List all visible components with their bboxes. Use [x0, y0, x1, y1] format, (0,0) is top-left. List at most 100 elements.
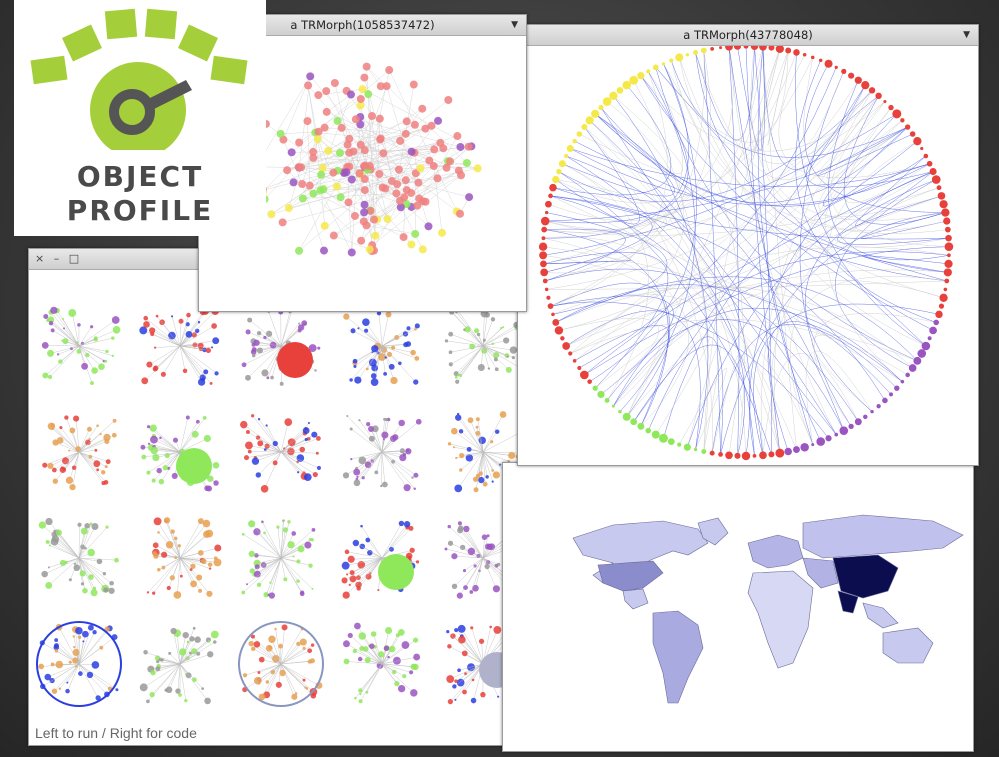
radial-node[interactable]: [752, 453, 757, 458]
graph-node[interactable]: [465, 193, 474, 202]
graph-node[interactable]: [457, 171, 466, 180]
graph-node[interactable]: [453, 132, 462, 141]
radial-node[interactable]: [577, 366, 582, 370]
graph-node[interactable]: [289, 178, 298, 187]
radial-node[interactable]: [741, 451, 751, 461]
graph-node[interactable]: [319, 246, 328, 255]
graph-node[interactable]: [375, 169, 384, 178]
graph-node[interactable]: [418, 104, 427, 113]
radial-node[interactable]: [834, 65, 838, 69]
graph-node[interactable]: [344, 198, 353, 207]
graph-node[interactable]: [464, 142, 473, 151]
radial-node[interactable]: [900, 118, 905, 123]
graph-node[interactable]: [347, 90, 356, 99]
thumbnail-gray-circle-bundle[interactable]: [235, 618, 327, 710]
radial-node[interactable]: [848, 423, 854, 430]
graph-node[interactable]: [318, 163, 327, 172]
thumbnail-circle-dots[interactable]: [33, 406, 125, 498]
radial-node[interactable]: [560, 336, 565, 341]
graph-node[interactable]: [418, 245, 427, 254]
graph-node[interactable]: [360, 200, 369, 209]
graph-node[interactable]: [294, 163, 303, 172]
graph-node[interactable]: [287, 148, 296, 157]
graph-node[interactable]: [444, 96, 453, 105]
graph-node[interactable]: [427, 121, 436, 130]
radial-node[interactable]: [909, 131, 916, 137]
radial-node[interactable]: [544, 210, 549, 215]
radial-node[interactable]: [793, 49, 800, 56]
radial-node[interactable]: [580, 370, 589, 380]
graph-node[interactable]: [393, 180, 402, 189]
radial-node[interactable]: [944, 259, 953, 268]
graph-node[interactable]: [267, 210, 276, 219]
radial-node[interactable]: [759, 451, 767, 460]
graph-node[interactable]: [376, 134, 385, 143]
radial-node[interactable]: [834, 432, 839, 437]
graph-node[interactable]: [396, 196, 405, 205]
radial-node[interactable]: [719, 46, 723, 50]
radial-node[interactable]: [810, 55, 815, 60]
graph-node[interactable]: [298, 194, 307, 203]
radial-node[interactable]: [861, 81, 870, 90]
graph-node[interactable]: [433, 174, 442, 183]
radial-node[interactable]: [540, 260, 547, 268]
radial-node[interactable]: [667, 438, 675, 445]
graph-node[interactable]: [309, 153, 318, 162]
graph-node[interactable]: [335, 149, 344, 158]
radial-node[interactable]: [943, 268, 952, 277]
graph-node[interactable]: [383, 215, 392, 224]
graph-node[interactable]: [336, 193, 345, 202]
graph-node[interactable]: [284, 204, 293, 213]
radial-node[interactable]: [630, 418, 638, 426]
graph-node[interactable]: [295, 138, 304, 147]
radial-node[interactable]: [572, 359, 577, 363]
graph-node[interactable]: [359, 217, 368, 226]
graph-node[interactable]: [407, 147, 416, 156]
thumbnail-radial-purple[interactable]: [235, 406, 327, 498]
radial-node[interactable]: [710, 46, 715, 51]
radial-node[interactable]: [618, 409, 622, 414]
graph-node[interactable]: [375, 114, 384, 123]
graph-node[interactable]: [462, 158, 471, 167]
radial-node[interactable]: [939, 200, 948, 209]
radial-node[interactable]: [566, 145, 574, 152]
graph-node[interactable]: [357, 236, 366, 245]
radial-node[interactable]: [929, 326, 937, 335]
radial-node[interactable]: [945, 234, 952, 242]
radial-node[interactable]: [929, 168, 937, 176]
radial-node[interactable]: [558, 160, 566, 168]
radial-node[interactable]: [889, 392, 894, 397]
radial-node[interactable]: [883, 100, 887, 104]
radial-node[interactable]: [568, 351, 573, 356]
graph-node[interactable]: [330, 79, 339, 88]
radial-node[interactable]: [637, 72, 645, 80]
radial-node[interactable]: [637, 422, 645, 430]
graph-node[interactable]: [438, 228, 447, 237]
radial-node[interactable]: [546, 295, 551, 300]
radial-node[interactable]: [933, 319, 940, 326]
radial-node[interactable]: [541, 226, 548, 233]
radial-node[interactable]: [547, 303, 554, 310]
radial-window[interactable]: a TRMorph(43778048) ▼: [517, 24, 979, 466]
radial-node[interactable]: [824, 59, 833, 68]
graph-node[interactable]: [360, 146, 369, 155]
thumbnail-radial-lines[interactable]: [336, 406, 428, 498]
radial-node[interactable]: [947, 253, 951, 258]
radial-node[interactable]: [572, 138, 577, 144]
radial-node[interactable]: [602, 97, 612, 106]
graph-node[interactable]: [371, 231, 380, 240]
graph-node[interactable]: [360, 186, 369, 195]
radial-node[interactable]: [759, 46, 767, 51]
graph-node[interactable]: [316, 186, 325, 195]
radial-node[interactable]: [598, 105, 604, 111]
radial-node[interactable]: [750, 46, 759, 50]
radial-node[interactable]: [609, 91, 618, 100]
radial-node[interactable]: [841, 68, 847, 74]
radial-node[interactable]: [876, 404, 881, 409]
graph-node[interactable]: [276, 129, 285, 138]
radial-node[interactable]: [784, 447, 792, 456]
graph-node[interactable]: [392, 189, 401, 198]
radial-node[interactable]: [700, 47, 707, 54]
window-controls[interactable]: × – □: [35, 249, 82, 269]
radial-node[interactable]: [882, 397, 888, 404]
